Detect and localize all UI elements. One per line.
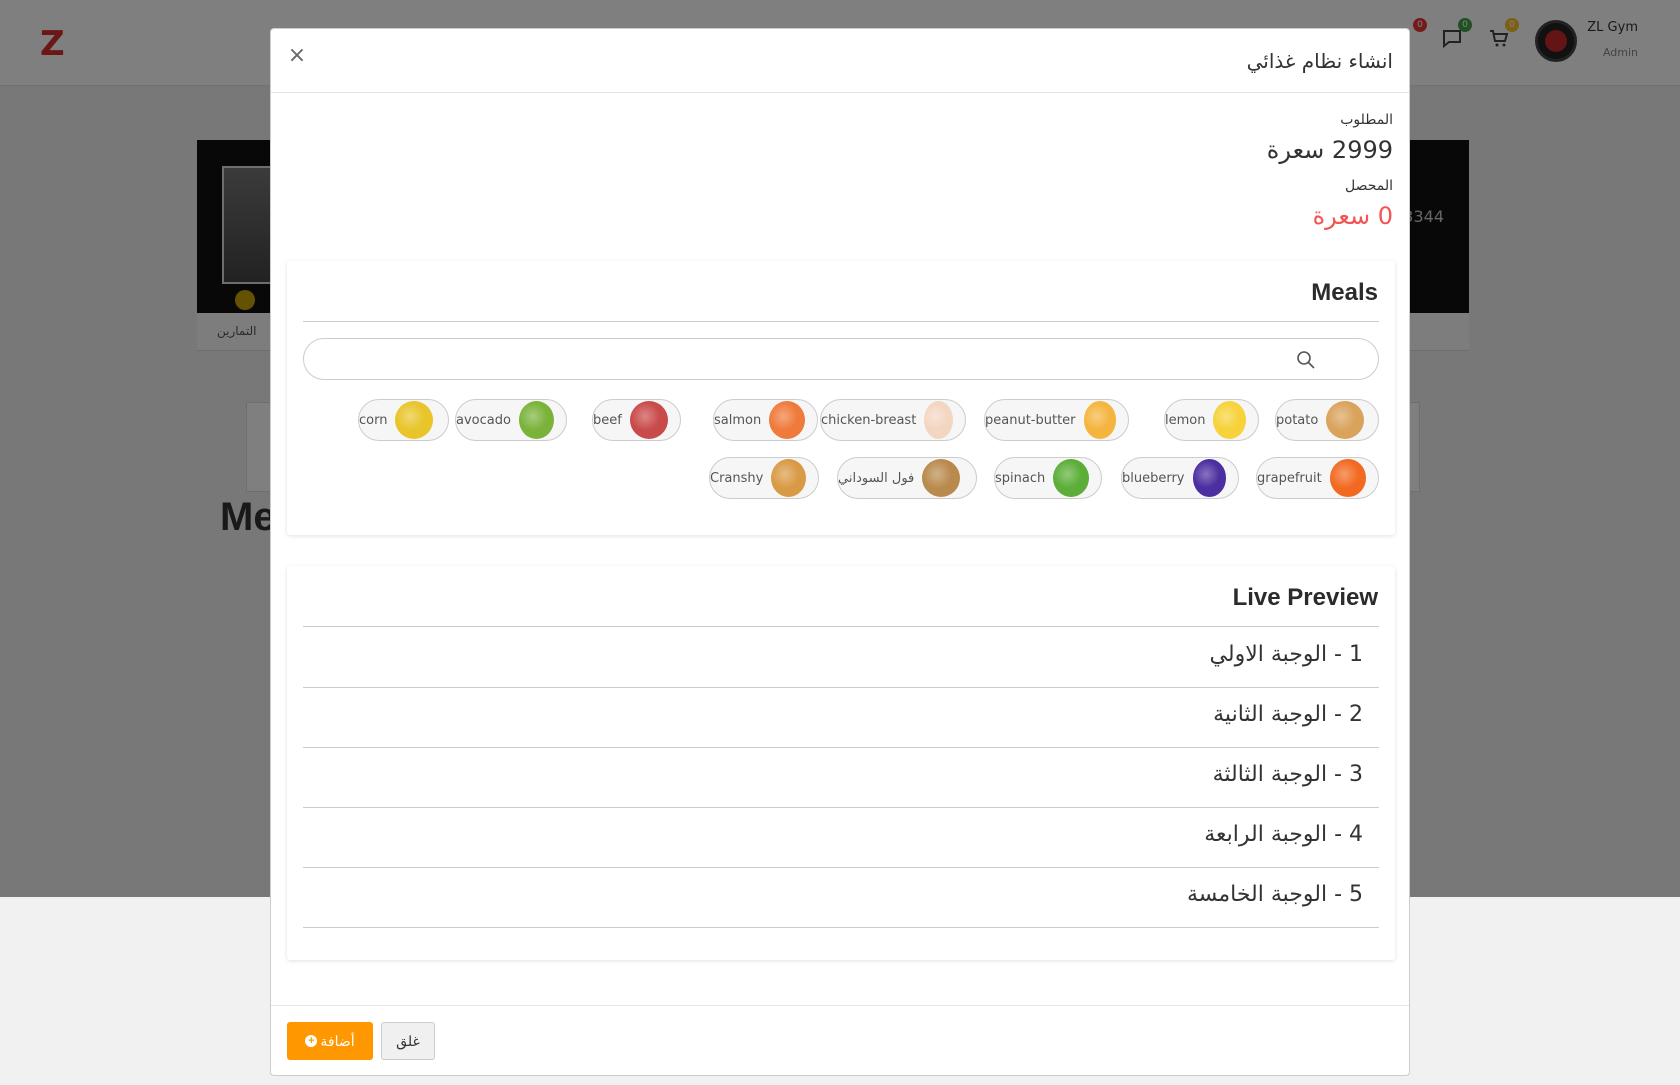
food-chip[interactable]: Cranshy — [709, 457, 819, 499]
meal-row[interactable]: 1 - الوجبة الاولي — [303, 628, 1379, 688]
food-chip-label: salmon — [714, 412, 762, 428]
salmon-icon — [769, 401, 805, 439]
meals-title: Meals — [1311, 279, 1378, 306]
meal-row-label: 1 - الوجبة الاولي — [1209, 642, 1363, 667]
grapefruit-icon — [1329, 459, 1366, 497]
divider — [303, 626, 1379, 627]
meal-search — [303, 338, 1379, 380]
food-chip-label: blueberry — [1122, 470, 1185, 486]
food-chip-label: lemon — [1165, 412, 1206, 428]
food-chip-label: Cranshy — [710, 470, 764, 486]
modal-title: انشاء نظام غذائي — [1246, 49, 1393, 73]
search-icon[interactable] — [1296, 350, 1316, 370]
food-chip[interactable]: grapefruit — [1256, 457, 1379, 499]
meal-row-label: 5 - الوجبة الخامسة — [1186, 882, 1363, 907]
close-icon[interactable]: × — [285, 43, 309, 71]
meal-row-label: 3 - الوجبة الثالثة — [1212, 762, 1363, 787]
create-diet-modal: انشاء نظام غذائي × المطلوب 2999 سعرة الم… — [270, 28, 1410, 1076]
lemon-icon — [1213, 401, 1246, 439]
food-chip-label: grapefruit — [1257, 470, 1322, 486]
food-chip-list: potato lemon peanut-butter chicken-breast sa… — [303, 399, 1379, 519]
meal-row[interactable]: 4 - الوجبة الرابعة — [303, 808, 1379, 868]
food-chip-label: corn — [359, 412, 388, 428]
corn-icon — [395, 401, 434, 439]
beef-icon — [629, 401, 668, 439]
meal-row[interactable]: 3 - الوجبة الثالثة — [303, 748, 1379, 808]
meal-row-label: 2 - الوجبة الثانية — [1213, 702, 1363, 727]
achieved-label: المحصل — [1344, 178, 1393, 194]
plus-circle-icon: + — [305, 1035, 318, 1047]
food-chip[interactable]: avocado — [455, 399, 567, 441]
required-calories: 2999 سعرة — [1266, 136, 1393, 164]
food-chip[interactable]: salmon — [713, 399, 818, 441]
food-chip-label: peanut-butter — [985, 412, 1076, 428]
food-chip[interactable]: beef — [592, 399, 681, 441]
chicken-breast-icon — [924, 401, 953, 439]
meals-card: Meals potato lemon peanut-butter chicken-br… — [287, 261, 1395, 535]
meal-row[interactable]: 2 - الوجبة الثانية — [303, 688, 1379, 748]
food-chip[interactable]: peanut-butter — [984, 399, 1129, 441]
food-chip[interactable]: spinach — [994, 457, 1102, 499]
modal-footer: + أضافة غلق — [271, 1005, 1409, 1075]
food-chip-label: spinach — [995, 470, 1046, 486]
spinach-icon — [1053, 459, 1089, 497]
avocado-icon — [518, 401, 554, 439]
live-preview-card: Live Preview 1 - الوجبة الاولي 2 - الوجب… — [287, 566, 1395, 960]
live-preview-title: Live Preview — [1232, 584, 1378, 611]
food-chip[interactable]: فول السوداني — [837, 457, 977, 499]
peanut-butter-icon — [1083, 401, 1116, 439]
meal-row[interactable]: 5 - الوجبة الخامسة — [303, 868, 1379, 928]
meal-row-label: 4 - الوجبة الرابعة — [1204, 822, 1363, 847]
meal-search-input[interactable] — [322, 339, 1282, 379]
food-chip[interactable]: blueberry — [1121, 457, 1239, 499]
food-chip[interactable]: lemon — [1164, 399, 1259, 441]
close-button[interactable]: غلق — [381, 1022, 435, 1060]
sandwich-icon — [771, 459, 806, 497]
modal-header: انشاء نظام غذائي × — [271, 29, 1409, 93]
potato-icon — [1326, 401, 1365, 439]
food-chip[interactable]: potato — [1275, 399, 1379, 441]
food-chip[interactable]: corn — [358, 399, 449, 441]
food-chip-label: beef — [593, 412, 622, 428]
achieved-calories: 0 سعرة — [1312, 202, 1393, 230]
food-chip-label: potato — [1276, 412, 1319, 428]
divider — [303, 321, 1379, 322]
blueberry-icon — [1192, 459, 1226, 497]
add-button-label: أضافة — [320, 1032, 355, 1049]
peanut-icon — [922, 459, 961, 497]
food-chip-label: chicken-breast — [821, 412, 917, 428]
add-button[interactable]: + أضافة — [287, 1022, 373, 1060]
food-chip-label: avocado — [456, 412, 511, 428]
food-chip-label: فول السوداني — [838, 470, 915, 486]
required-label: المطلوب — [1340, 112, 1393, 128]
food-chip[interactable]: chicken-breast — [820, 399, 966, 441]
calorie-summary: المطلوب 2999 سعرة المحصل 0 سعرة — [1267, 109, 1393, 241]
